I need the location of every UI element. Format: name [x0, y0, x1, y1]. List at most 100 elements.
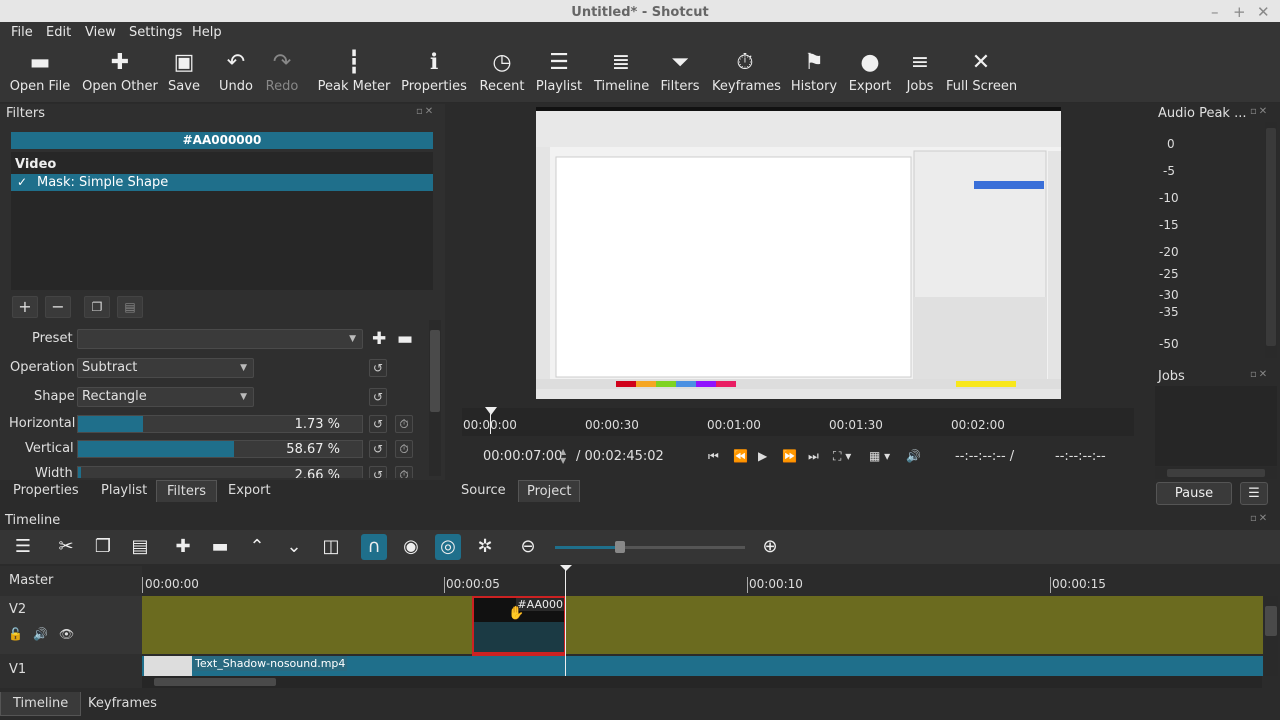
v2-track[interactable] — [142, 596, 1263, 654]
filters-button[interactable]: ⏷ Filters — [658, 45, 702, 101]
keyframes-button[interactable]: ⏱ Keyframes — [712, 45, 781, 101]
jobs-hscroll[interactable] — [1155, 467, 1277, 479]
menu-settings[interactable]: Settings — [129, 25, 182, 40]
zoom-toggle-button[interactable]: ⛶ ▾ — [833, 449, 851, 464]
tab-playlist[interactable]: Playlist — [91, 480, 157, 502]
jobs-dock-buttons[interactable]: ▫✕ — [1250, 369, 1269, 380]
timeline-button[interactable]: ≣ Timeline — [594, 45, 649, 101]
timeline-vscroll[interactable] — [1264, 596, 1278, 676]
rewind-button[interactable]: ⏪ — [733, 449, 748, 463]
preset-combo[interactable]: ▼ — [77, 329, 363, 349]
menu-help[interactable]: Help — [192, 25, 222, 40]
recent-button[interactable]: ◷ Recent — [478, 45, 526, 101]
append-button[interactable]: ✚ — [170, 536, 196, 557]
filter-item-mask-simple-shape[interactable]: ✓ Mask: Simple Shape — [11, 174, 433, 191]
volume-button[interactable]: 🔊 — [906, 449, 921, 463]
remove-filter-button[interactable]: − — [45, 296, 71, 318]
visibility-eye-icon[interactable]: 👁 — [59, 627, 74, 641]
timeline-hscroll-thumb[interactable] — [154, 678, 276, 686]
horizontal-slider[interactable]: 1.73 % — [77, 415, 363, 433]
grid-button[interactable]: ▦ ▾ — [869, 449, 890, 463]
width-keyframe-button[interactable]: ⏱ — [395, 466, 413, 478]
tab-project[interactable]: Project — [518, 480, 581, 502]
open-other-button[interactable]: ✚ Open Other — [80, 45, 160, 101]
skip-to-start-button[interactable]: ⏮ — [708, 449, 719, 464]
shape-reset-button[interactable]: ↺ — [369, 388, 387, 406]
ripple-button[interactable]: ◎ — [435, 534, 461, 560]
redo-button[interactable]: ↷ Redo — [262, 45, 302, 101]
maximize-icon[interactable]: + — [1233, 3, 1246, 21]
add-filter-button[interactable]: + — [12, 296, 38, 318]
full-screen-button[interactable]: ✕ Full Screen — [946, 45, 1017, 101]
scrub-button[interactable]: ◉ — [398, 536, 424, 557]
menu-file[interactable]: File — [11, 25, 33, 40]
play-button[interactable]: ▶ — [758, 449, 767, 463]
horizontal-reset-button[interactable]: ↺ — [369, 415, 387, 433]
operation-reset-button[interactable]: ↺ — [369, 359, 387, 377]
menu-view[interactable]: View — [85, 25, 116, 40]
operation-combo[interactable]: Subtract ▼ — [77, 358, 254, 378]
lock-icon[interactable]: 🔓 — [8, 627, 23, 641]
properties-button[interactable]: ℹ Properties — [400, 45, 468, 101]
timeline-hscroll[interactable] — [142, 676, 1262, 688]
skip-to-end-button[interactable]: ⏭ — [808, 449, 819, 464]
peak-meter-button[interactable]: ┇ Peak Meter — [316, 45, 392, 101]
cut-button[interactable]: ✂ — [53, 536, 79, 557]
viewer-playhead[interactable] — [485, 407, 497, 415]
overwrite-button[interactable]: ⌄ — [281, 536, 307, 557]
timeline-menu-button[interactable]: ☰ — [10, 536, 36, 557]
width-slider[interactable]: 2.66 % — [77, 466, 363, 478]
horizontal-keyframe-button[interactable]: ⏱ — [395, 415, 413, 433]
zoom-in-button[interactable]: ⊕ — [757, 536, 783, 557]
jobs-menu-button[interactable]: ☰ — [1240, 482, 1268, 505]
timeline-vscroll-thumb[interactable] — [1265, 606, 1277, 636]
playlist-button[interactable]: ☰ Playlist — [534, 45, 584, 101]
timeline-playhead-handle[interactable] — [560, 565, 572, 571]
timeline-dock-buttons[interactable]: ▫✕ — [1250, 513, 1269, 524]
open-file-button[interactable]: ▬ Open File — [8, 45, 72, 101]
viewer-ruler[interactable] — [462, 408, 1134, 436]
timecode-spinbox[interactable]: 00:00:07:00 ▲ ▼ — [453, 446, 571, 468]
filter-enable-checkbox[interactable]: ✓ — [17, 174, 27, 191]
delete-preset-button[interactable]: ▬ — [397, 329, 413, 349]
undo-button[interactable]: ↶ Undo — [214, 45, 258, 101]
zoom-slider[interactable] — [555, 541, 745, 553]
tab-export[interactable]: Export — [218, 480, 281, 502]
minimize-icon[interactable]: – — [1211, 3, 1219, 21]
save-preset-button[interactable]: ✚ — [372, 329, 386, 349]
vertical-slider[interactable]: 58.67 % — [77, 440, 363, 458]
paste-button[interactable]: ▤ — [127, 536, 153, 557]
paste-filter-button[interactable]: ▤ — [117, 296, 143, 318]
audio-dock-buttons[interactable]: ▫✕ — [1250, 106, 1269, 117]
split-button[interactable]: ◫ — [318, 536, 344, 557]
audio-scrollbar[interactable] — [1265, 122, 1277, 358]
tab-filters[interactable]: Filters — [156, 480, 217, 502]
filters-dock-buttons[interactable]: ▫✕ — [416, 106, 435, 117]
menu-edit[interactable]: Edit — [46, 25, 71, 40]
tab-source[interactable]: Source — [453, 480, 514, 502]
copy-filter-button[interactable]: ❐ — [84, 296, 110, 318]
filters-scrollbar-thumb[interactable] — [430, 330, 440, 412]
jobs-hscroll-thumb[interactable] — [1167, 469, 1265, 477]
ripple-all-button[interactable]: ✲ — [472, 536, 498, 557]
mute-icon[interactable]: 🔊 — [33, 627, 48, 641]
ripple-delete-button[interactable]: ▬ — [207, 536, 233, 557]
tab-timeline[interactable]: Timeline — [0, 692, 82, 716]
jobs-button[interactable]: ≡ Jobs — [902, 45, 938, 101]
zoom-slider-handle[interactable] — [615, 541, 625, 553]
tab-keyframes[interactable]: Keyframes — [76, 692, 169, 716]
audio-scrollbar-thumb[interactable] — [1266, 128, 1276, 346]
copy-button[interactable]: ❐ — [90, 536, 116, 557]
timeline-playhead[interactable] — [565, 566, 566, 676]
fast-forward-button[interactable]: ⏩ — [782, 449, 797, 463]
video-preview[interactable] — [536, 107, 1061, 399]
snap-button[interactable]: ∩ — [361, 534, 387, 560]
zoom-out-button[interactable]: ⊖ — [515, 536, 541, 557]
shape-combo[interactable]: Rectangle ▼ — [77, 387, 254, 407]
close-icon[interactable]: ✕ — [1257, 3, 1270, 21]
width-reset-button[interactable]: ↺ — [369, 466, 387, 478]
history-button[interactable]: ⚑ History — [790, 45, 838, 101]
v2-clip[interactable]: #AA000 ✋ — [472, 596, 566, 654]
export-button[interactable]: ● Export — [848, 45, 892, 101]
vertical-keyframe-button[interactable]: ⏱ — [395, 440, 413, 458]
